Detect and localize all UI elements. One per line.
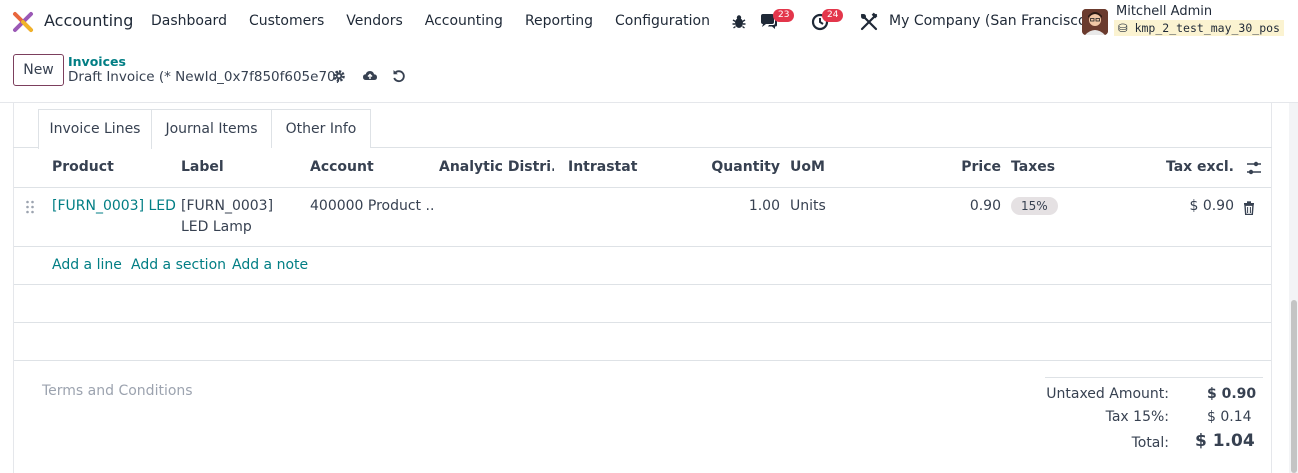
add-section-link[interactable]: Add a section [131,257,226,273]
tax-value: $ 0.14 [1207,409,1252,425]
database-badge: ⛁ kmp_2_test_may_30_pos [1114,20,1284,36]
cell-price[interactable]: 0.90 [911,198,1001,214]
column-subtotal[interactable]: Tax excl. [1144,159,1234,175]
column-quantity[interactable]: Quantity [690,159,780,175]
cell-quantity[interactable]: 1.00 [690,198,780,214]
tax-tag[interactable]: 15% [1011,197,1058,215]
untaxed-amount-label: Untaxed Amount: [1046,386,1169,402]
cell-account[interactable]: 400000 Product ... [310,198,434,214]
menu-customers[interactable]: Customers [238,13,335,29]
column-label[interactable]: Label [181,159,224,175]
menu-reporting[interactable]: Reporting [514,13,604,29]
menu-vendors[interactable]: Vendors [335,13,413,29]
totals-summary: Untaxed Amount: $ 0.90 Tax 15%: $ 0.14 T… [1045,377,1263,451]
cell-label[interactable]: [FURN_0003] LED Lamp [181,196,301,238]
notebook-tabs: Invoice Lines Journal Items Other Info [13,109,1272,149]
cell-subtotal: $ 0.90 [1189,198,1234,214]
avatar[interactable] [1082,9,1108,35]
database-icon: ⛁ [1118,21,1128,35]
tax-label: Tax 15%: [1105,409,1169,425]
menu-dashboard[interactable]: Dashboard [140,13,238,29]
database-name: kmp_2_test_may_30_pos [1134,21,1280,35]
column-price[interactable]: Price [911,159,1001,175]
empty-row [14,285,1271,323]
top-navbar: Accounting Dashboard Customers Vendors A… [0,0,1298,44]
cloud-upload-icon[interactable] [362,68,378,84]
menu-configuration[interactable]: Configuration [604,13,721,29]
column-analytic[interactable]: Analytic Distri... [439,159,554,175]
user-name[interactable]: Mitchell Admin [1116,4,1212,19]
page-title: Draft Invoice (* NewId_0x7f850f605e70) [68,69,341,85]
breadcrumb[interactable]: Invoices [68,54,126,69]
undo-icon[interactable] [391,68,407,84]
add-line-link[interactable]: Add a line [52,257,122,273]
untaxed-amount-value: $ 0.90 [1207,386,1257,402]
messages-badge: 23 [773,9,795,22]
add-line-row: Add a line Add a section Add a note [14,247,1271,285]
control-panel: New Invoices Draft Invoice (* NewId_0x7f… [0,44,1298,103]
total-value: $ 1.04 [1195,431,1255,451]
total-label: Total: [1131,435,1169,451]
user-avatar-icon [1082,9,1108,35]
tab-invoice-lines[interactable]: Invoice Lines [38,109,152,149]
tab-other-info[interactable]: Other Info [271,109,371,148]
column-account[interactable]: Account [310,159,374,175]
activities-badge: 24 [822,9,844,22]
cell-product[interactable]: [FURN_0003] LED La [52,198,176,214]
new-button[interactable]: New [13,54,64,86]
menu-accounting[interactable]: Accounting [414,13,514,29]
scrollbar-thumb[interactable] [1291,300,1297,473]
column-taxes[interactable]: Taxes [1011,159,1055,175]
optional-columns-icon[interactable] [1246,160,1262,176]
gear-icon[interactable] [331,68,347,84]
column-intrastat[interactable]: Intrastat [568,159,637,175]
drag-handle-icon[interactable] [25,200,35,214]
tools-icon[interactable] [859,12,879,32]
table-row[interactable]: [FURN_0003] LED La [FURN_0003] LED Lamp … [14,188,1271,247]
trash-icon[interactable] [1243,201,1255,215]
column-uom[interactable]: UoM [790,159,825,175]
add-note-link[interactable]: Add a note [232,257,308,273]
lines-table-header: Product Label Account Analytic Distri...… [14,148,1271,188]
empty-row [14,323,1271,361]
bug-icon[interactable] [729,12,749,32]
accounting-app-icon[interactable] [12,11,34,33]
cell-uom[interactable]: Units [790,198,826,214]
terms-conditions-field[interactable]: Terms and Conditions [42,383,193,399]
company-switcher[interactable]: My Company (San Francisco) [889,13,1092,29]
app-name[interactable]: Accounting [44,11,133,30]
column-product[interactable]: Product [52,159,114,175]
tab-journal-items[interactable]: Journal Items [152,109,272,148]
main-menu: Dashboard Customers Vendors Accounting R… [140,13,721,29]
